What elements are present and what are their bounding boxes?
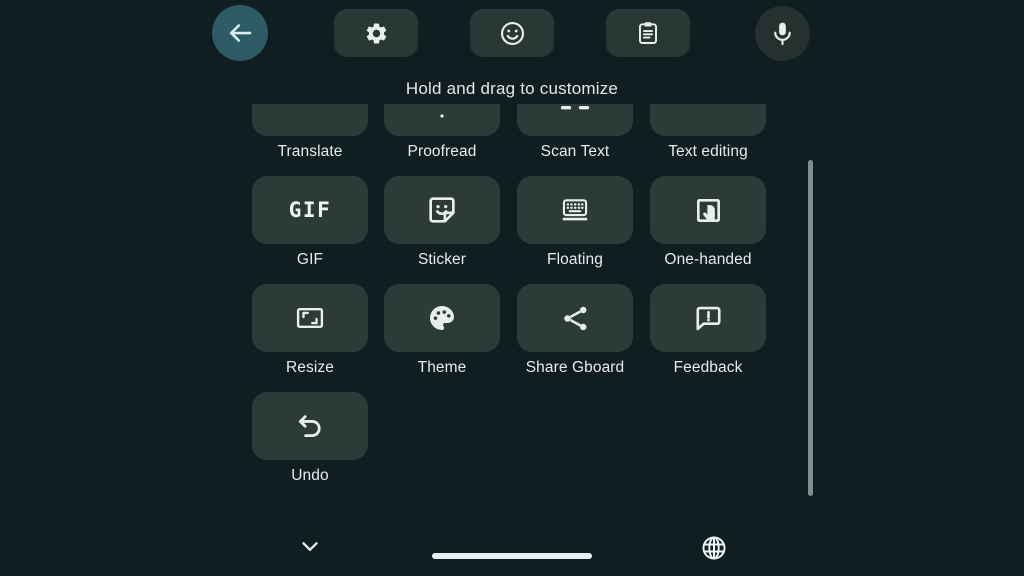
grid-item-resize[interactable]: Resize (252, 284, 368, 377)
tile-floating[interactable] (517, 176, 633, 244)
bottom-bar (0, 510, 1024, 576)
grid-item-sticker[interactable]: Sticker (384, 176, 500, 269)
undo-icon (293, 409, 327, 443)
grid-item-gif[interactable]: GIF GIF (252, 176, 368, 269)
tile-scan-text[interactable] (517, 104, 633, 136)
floating-keyboard-icon (558, 193, 592, 227)
grid-item-one-handed[interactable]: One-handed (642, 176, 774, 269)
resize-icon (293, 301, 327, 335)
tile-gif[interactable]: GIF (252, 176, 368, 244)
tile-text-editing[interactable] (650, 104, 766, 136)
grid-item-label: Feedback (673, 359, 743, 376)
grid-item-feedback[interactable]: Feedback (642, 284, 774, 377)
sticker-icon (425, 193, 459, 227)
palette-icon (426, 302, 458, 334)
tile-feedback[interactable] (650, 284, 766, 352)
grid-item-undo[interactable]: Undo (252, 392, 368, 485)
tile-resize[interactable] (252, 284, 368, 352)
home-indicator[interactable] (432, 553, 592, 559)
grid-item-label: GIF (296, 251, 324, 268)
grid-item-scan-text[interactable]: Scan Text (517, 104, 633, 161)
grid-item-floating[interactable]: Floating (517, 176, 633, 269)
scan-text-icon (561, 106, 589, 110)
grid-item-label: Translate (277, 143, 343, 160)
grid-item-text-editing[interactable]: Text editing (642, 104, 774, 161)
collapse-keyboard-button[interactable] (288, 528, 332, 564)
grid-item-translate[interactable]: Translate (252, 104, 368, 161)
grid-item-theme[interactable]: Theme (384, 284, 500, 377)
grid-item-label: One-handed (664, 251, 752, 268)
share-icon (559, 302, 592, 335)
tile-theme[interactable] (384, 284, 500, 352)
scrollbar-track[interactable] (808, 160, 813, 496)
language-switch-button[interactable] (694, 528, 734, 568)
grid-item-label: Share Gboard (525, 359, 625, 376)
globe-icon (700, 534, 728, 562)
tile-sticker[interactable] (384, 176, 500, 244)
gboard-customize-screen: Hold and drag to customize Translate Pro… (0, 0, 1024, 576)
tile-translate[interactable] (252, 104, 368, 136)
grid-item-label: Floating (547, 251, 603, 268)
grid-item-label: Scan Text (540, 143, 610, 160)
grid-item-proofread[interactable]: Proofread (384, 104, 500, 161)
tile-undo[interactable] (252, 392, 368, 460)
tile-proofread[interactable] (384, 104, 500, 136)
scrollbar-thumb[interactable] (808, 160, 813, 496)
tile-share-gboard[interactable] (517, 284, 633, 352)
feedback-icon (692, 302, 725, 335)
grid-item-label: Undo (291, 467, 329, 484)
grid-item-label: Text editing (668, 143, 748, 160)
toolbar-items-grid: Translate Proofread Scan Text Text editi… (0, 0, 1024, 576)
proofread-icon (440, 114, 444, 118)
gif-icon: GIF (288, 198, 332, 222)
chevron-down-icon (297, 533, 323, 559)
grid-item-share-gboard[interactable]: Share Gboard (509, 284, 641, 377)
grid-item-label: Resize (286, 359, 334, 376)
grid-item-label: Sticker (417, 251, 467, 268)
one-handed-icon (692, 194, 725, 227)
grid-item-label: Proofread (407, 143, 477, 160)
tile-one-handed[interactable] (650, 176, 766, 244)
grid-item-label: Theme (417, 359, 467, 376)
